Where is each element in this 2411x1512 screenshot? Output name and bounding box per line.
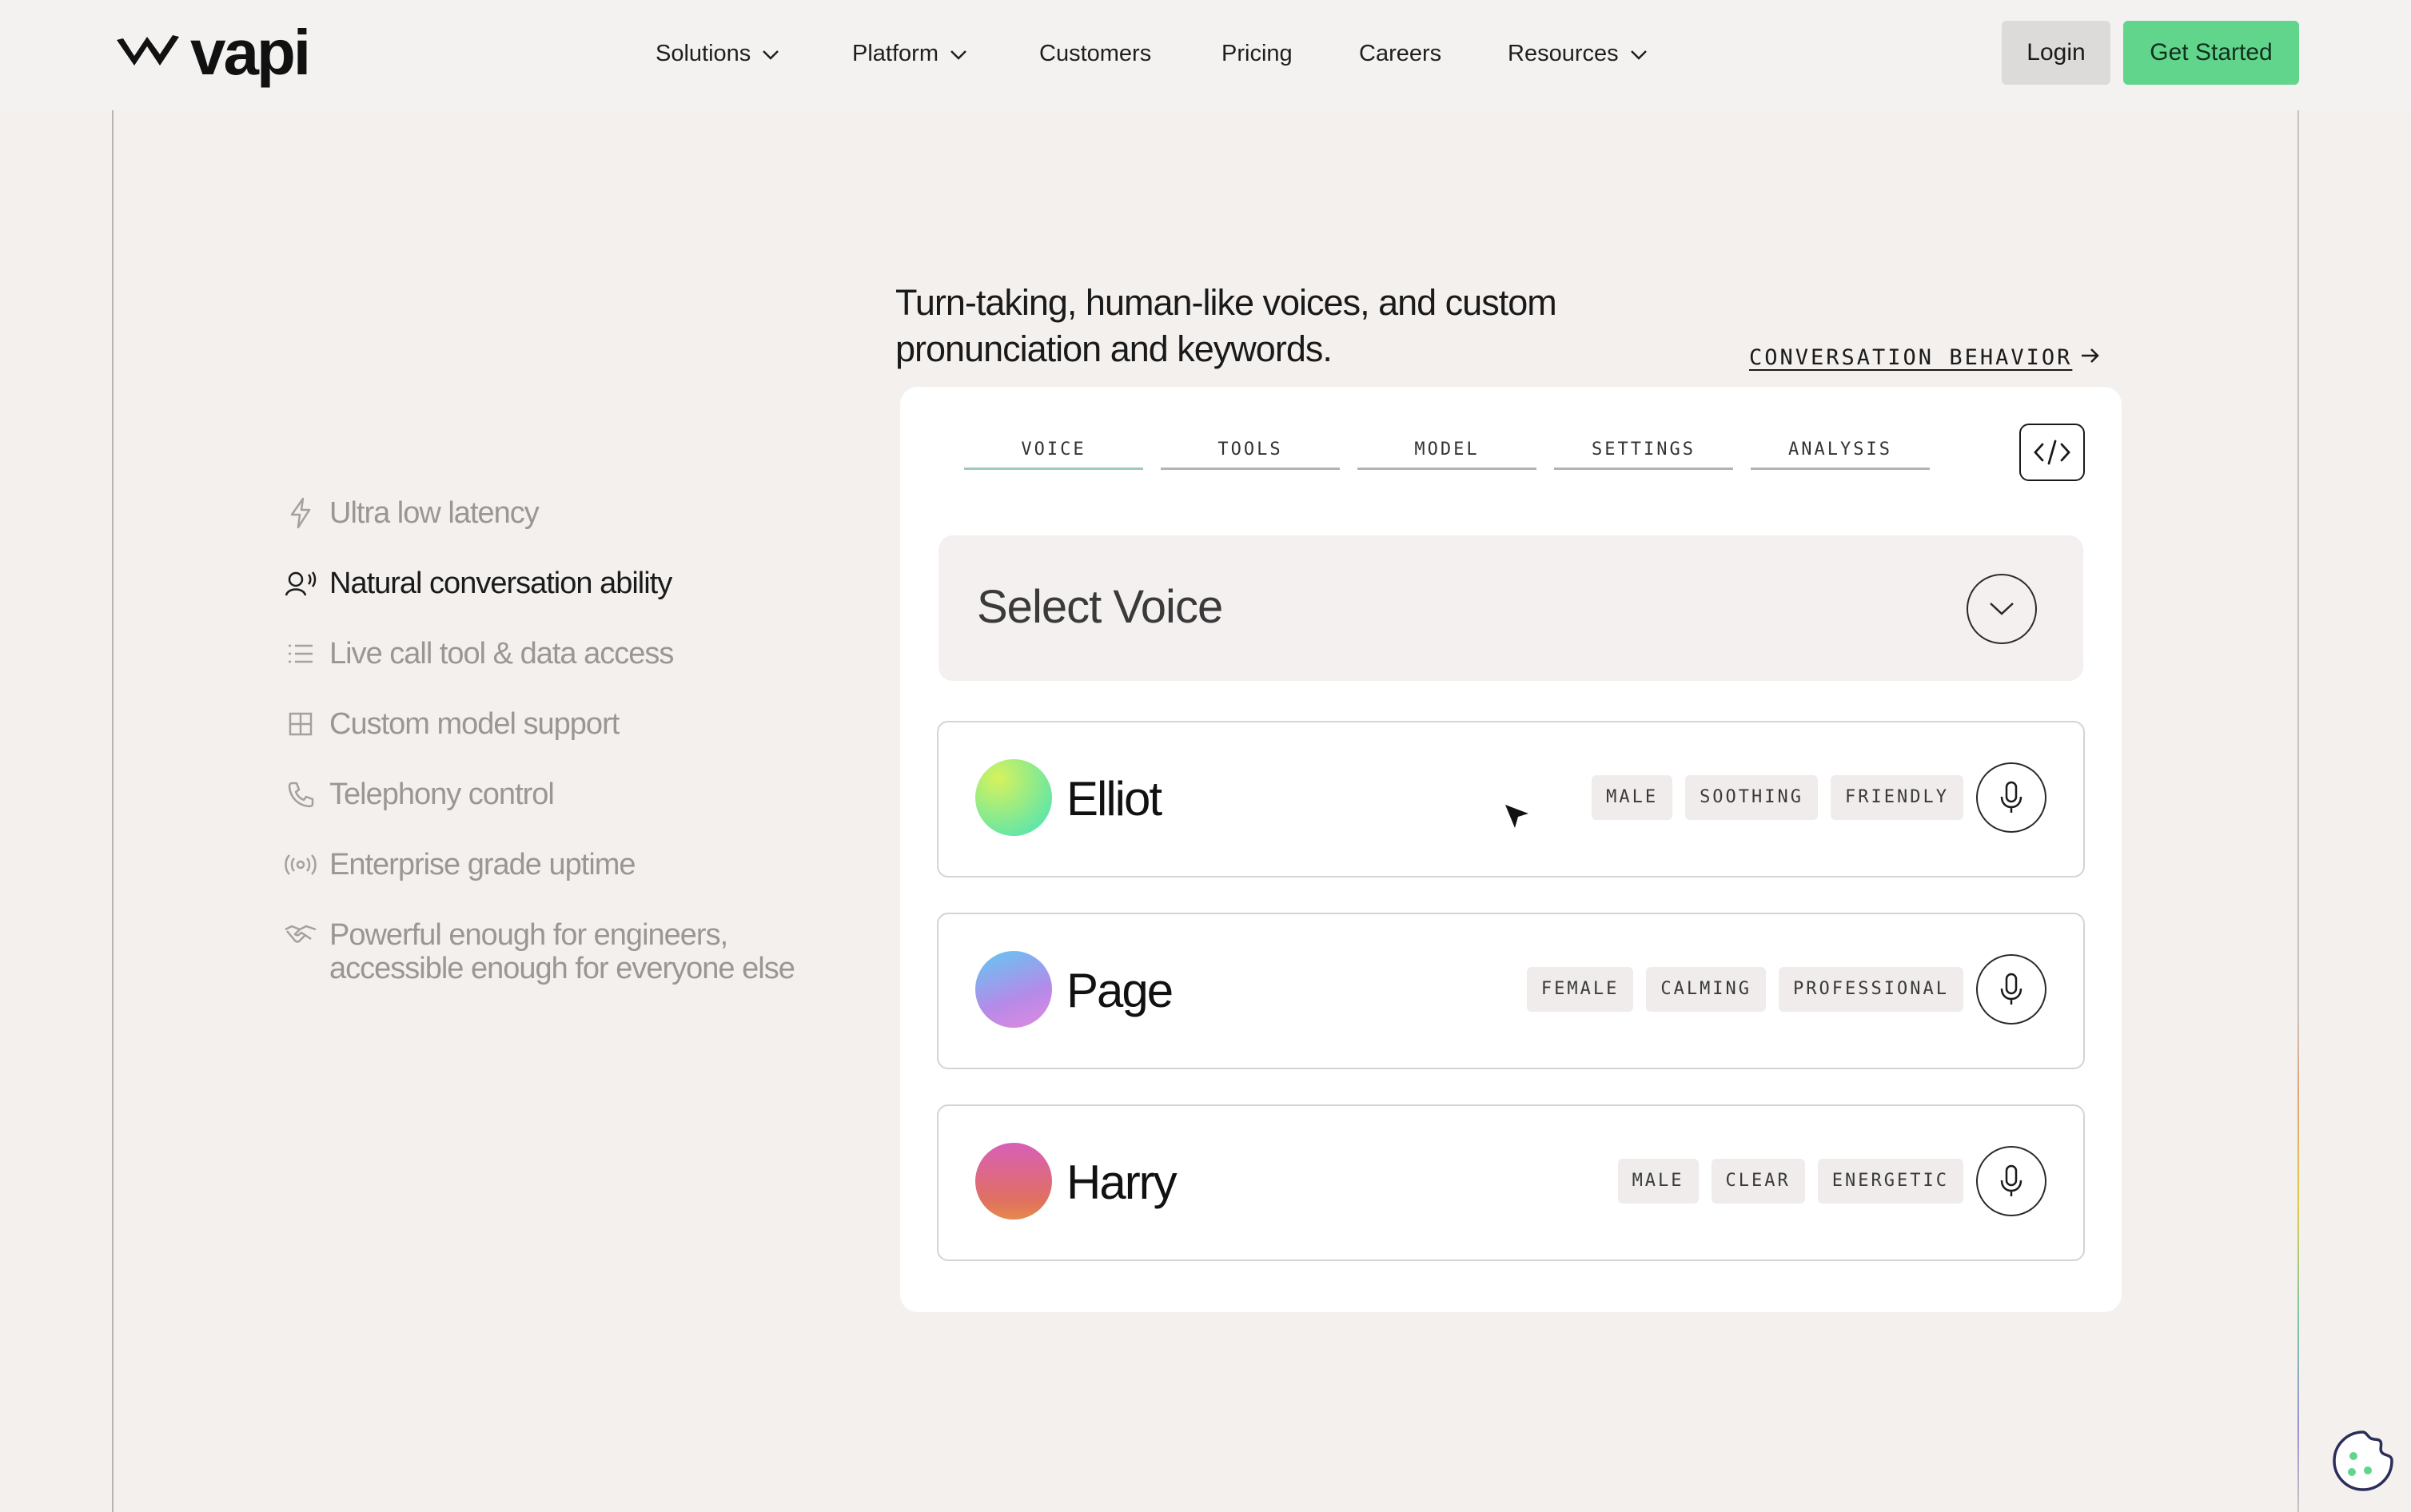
mouse-cursor-icon (1503, 802, 1532, 835)
mic-button[interactable] (1976, 954, 2046, 1025)
feature-item-latency[interactable]: Ultra low latency (281, 495, 795, 566)
feature-item-custom-model[interactable]: Custom model support (281, 706, 795, 777)
voice-tags: MALE CLEAR ENERGETIC (1605, 1159, 1963, 1204)
voice-tag: CLEAR (1711, 1159, 1805, 1204)
nav-platform[interactable]: Platform (852, 35, 967, 72)
feature-list: Ultra low latency Natural conversation a… (281, 495, 795, 988)
cookie-settings-button[interactable] (2331, 1429, 2395, 1493)
microphone-icon (2000, 781, 2022, 813)
nav-careers[interactable]: Careers (1359, 35, 1441, 72)
voice-tag: FRIENDLY (1831, 775, 1963, 820)
voice-tag: MALE (1592, 775, 1673, 820)
microphone-icon (2000, 1164, 2022, 1196)
voice-tags: MALE SOOTHING FRIENDLY (1579, 775, 1963, 820)
chevron-down-icon (1630, 41, 1648, 67)
tab-bar: VOICE TOOLS MODEL SETTINGS ANALYSIS (964, 440, 1947, 470)
speaking-person-icon (281, 566, 320, 601)
handshake-icon (281, 917, 320, 953)
voice-row-page[interactable]: Page FEMALE CALMING PROFESSIONAL (937, 913, 2085, 1069)
phone-icon (281, 777, 320, 812)
select-voice-label: Select Voice (977, 581, 1223, 633)
tab-model[interactable]: MODEL (1357, 440, 1536, 470)
chevron-down-icon (762, 41, 779, 67)
nav-solutions[interactable]: Solutions (656, 35, 779, 72)
nav-label: Solutions (656, 40, 751, 66)
broadcast-icon (281, 847, 320, 882)
feature-label: Natural conversation ability (329, 567, 672, 600)
mic-button[interactable] (1976, 1146, 2046, 1216)
feature-item-conversation[interactable]: Natural conversation ability (281, 566, 795, 636)
microphone-icon (2000, 973, 2022, 1005)
section-heading: Turn-taking, human-like voices, and cust… (895, 280, 1647, 372)
lightning-icon (281, 495, 320, 531)
feature-label: Enterprise grade uptime (329, 848, 636, 881)
voice-avatar (975, 1143, 1052, 1220)
nav-resources[interactable]: Resources (1508, 35, 1648, 72)
feature-label: Custom model support (329, 707, 620, 741)
feature-item-uptime[interactable]: Enterprise grade uptime (281, 847, 795, 917)
voice-tag: PROFESSIONAL (1779, 967, 1963, 1012)
voice-tag: SOOTHING (1685, 775, 1819, 820)
voice-name: Harry (1066, 1156, 1178, 1209)
tab-settings[interactable]: SETTINGS (1554, 440, 1733, 470)
feature-label: Ultra low latency (329, 496, 540, 530)
feature-item-live-call[interactable]: Live call tool & data access (281, 636, 795, 706)
voice-avatar (975, 951, 1052, 1028)
chevron-down-icon[interactable] (1967, 574, 2037, 644)
vapi-logo[interactable]: vapi (115, 17, 311, 88)
feature-label: Powerful enough for engineers, accessibl… (329, 917, 795, 985)
voice-tags: FEMALE CALMING PROFESSIONAL (1514, 967, 1963, 1012)
nav-label: Resources (1508, 40, 1619, 66)
feature-item-telephony[interactable]: Telephony control (281, 777, 795, 847)
nav-label: Pricing (1221, 40, 1293, 66)
list-icon (281, 636, 320, 671)
conversation-behavior-link[interactable]: CONVERSATION BEHAVIOR (1749, 345, 2101, 370)
feature-label: Live call tool & data access (329, 637, 674, 670)
frame-divider-left (112, 110, 114, 1512)
voice-avatar (975, 759, 1052, 836)
logo-mark-icon (117, 35, 179, 66)
nav-label: Customers (1039, 40, 1152, 66)
frame-divider-right (2297, 110, 2299, 1512)
logo-text: vapi (190, 17, 311, 88)
select-voice-dropdown[interactable]: Select Voice (938, 535, 2083, 681)
get-started-button[interactable]: Get Started (2123, 21, 2299, 85)
cookie-icon (2333, 1430, 2393, 1491)
arrow-right-icon (2080, 345, 2101, 370)
nav-label: Careers (1359, 40, 1442, 66)
site-header: vapi Solutions Platform Customers Pricin… (0, 0, 2411, 110)
voice-name: Page (1066, 964, 1174, 1017)
link-label: CONVERSATION BEHAVIOR (1749, 345, 2073, 370)
nav-customers[interactable]: Customers (1039, 35, 1151, 72)
nav-pricing[interactable]: Pricing (1221, 35, 1293, 72)
heading-line: pronunciation and keywords. (895, 328, 1333, 369)
grid-icon (281, 706, 320, 742)
tab-tools[interactable]: TOOLS (1161, 440, 1340, 470)
voice-row-harry[interactable]: Harry MALE CLEAR ENERGETIC (937, 1104, 2085, 1261)
code-icon (2034, 440, 2070, 465)
voice-name: Elliot (1066, 772, 1162, 826)
voice-row-elliot[interactable]: Elliot MALE SOOTHING FRIENDLY (937, 721, 2085, 877)
feature-item-powerful[interactable]: Powerful enough for engineers, accessibl… (281, 917, 795, 988)
tab-analysis[interactable]: ANALYSIS (1751, 440, 1930, 470)
tab-voice[interactable]: VOICE (964, 440, 1143, 470)
heading-line: Turn-taking, human-like voices, and cust… (895, 282, 1557, 323)
voice-tag: CALMING (1646, 967, 1767, 1012)
login-button[interactable]: Login (2002, 21, 2110, 85)
feature-label-line1: Powerful enough for engineers, (329, 918, 728, 952)
voice-config-card: VOICE TOOLS MODEL SETTINGS ANALYSIS Sele… (900, 387, 2122, 1312)
voice-tag: ENERGETIC (1817, 1159, 1963, 1204)
nav-label: Platform (852, 40, 938, 66)
mic-button[interactable] (1976, 762, 2046, 833)
feature-label: Telephony control (329, 778, 555, 811)
feature-label-line2: accessible enough for everyone else (329, 952, 795, 985)
chevron-down-icon (950, 41, 967, 67)
voice-tag: MALE (1617, 1159, 1699, 1204)
view-code-button[interactable] (2019, 424, 2085, 481)
voice-tag: FEMALE (1526, 967, 1634, 1012)
